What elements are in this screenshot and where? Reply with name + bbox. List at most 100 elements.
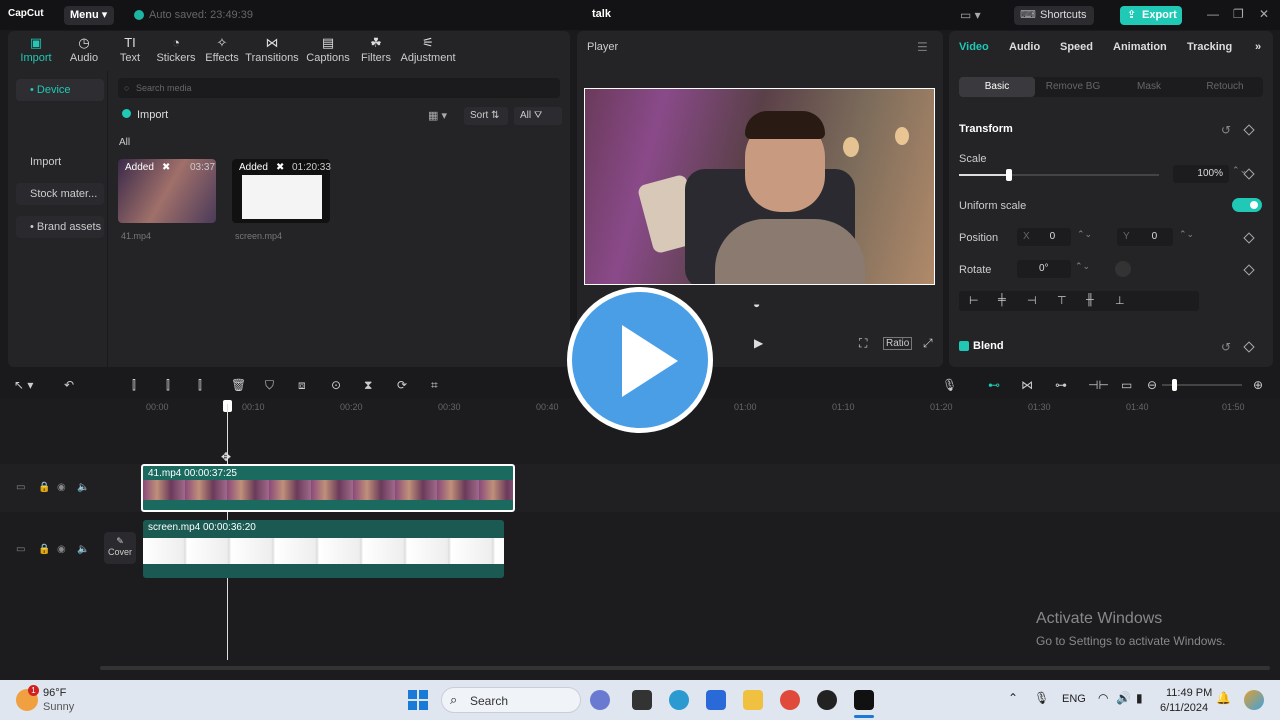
sidebar-item-brand-assets[interactable]: • Brand assets — [16, 216, 104, 238]
subtab-basic[interactable]: Basic — [959, 77, 1035, 97]
select-tool-icon[interactable]: ↖ ▾ — [14, 378, 33, 392]
pos-x-stepper-icon[interactable]: ⌃⌄ — [1077, 229, 1092, 240]
undo-icon[interactable]: ↶ — [64, 378, 74, 392]
player-menu-icon[interactable]: ☰ — [917, 40, 928, 54]
align-center-h-icon[interactable]: ╪ — [998, 294, 1006, 306]
import-button[interactable]: Import — [122, 109, 168, 121]
track-cover-icon[interactable]: ▭ — [16, 482, 25, 493]
tab-tracking[interactable]: Tracking — [1187, 41, 1232, 53]
keyframe-icon[interactable] — [1243, 232, 1255, 244]
align-right-icon[interactable]: ⊣ — [1027, 294, 1037, 307]
crop-icon[interactable]: ⌗ — [431, 378, 438, 393]
eye-icon[interactable]: ◉ — [57, 482, 66, 493]
store-icon[interactable] — [706, 690, 726, 710]
eye-icon[interactable]: ◉ — [57, 544, 66, 555]
zoom-slider[interactable] — [1162, 379, 1242, 391]
tab-effects[interactable]: ✧ Effects — [194, 35, 250, 64]
position-x-input[interactable]: X0 — [1017, 228, 1071, 246]
reverse-icon[interactable]: ⊙ — [331, 378, 341, 392]
media-item-41[interactable]: Added ✖ 03:37 — [118, 159, 216, 223]
fullscreen-crop-icon[interactable]: ⛶ — [859, 336, 867, 351]
reset-icon[interactable]: ↺ — [1221, 340, 1231, 354]
sidebar-item-device[interactable]: • Device — [16, 79, 104, 101]
rotate-stepper-icon[interactable]: ⌃⌄ — [1075, 261, 1090, 272]
freeze-icon[interactable]: ⧈ — [298, 378, 306, 393]
project-title[interactable]: talk — [592, 8, 611, 20]
taskbar-search[interactable]: ⌕ Search — [441, 687, 581, 713]
reset-icon[interactable]: ↺ — [1221, 123, 1231, 137]
timeline-scrollbar[interactable] — [100, 666, 1270, 670]
linkage-icon[interactable]: ⊶ — [1055, 378, 1067, 392]
notification-bell-icon[interactable]: 🔔 — [1216, 691, 1231, 705]
mute-icon[interactable]: 🔈 — [77, 544, 89, 555]
grid-view-icon[interactable]: ▦ ▾ — [428, 109, 447, 122]
align-left-icon[interactable]: ⊢ — [969, 294, 979, 307]
track-cover-icon[interactable]: ▭ — [16, 544, 25, 555]
close-icon[interactable]: ✕ — [1259, 7, 1269, 21]
subtab-mask[interactable]: Mask — [1111, 77, 1187, 97]
camera-icon[interactable]: ◒ — [753, 297, 760, 311]
clip-screen[interactable]: screen.mp4 00:00:36:20 — [143, 520, 504, 578]
timeline[interactable]: 00:00 00:10 00:20 00:30 00:40 01:00 01:10 01:20… — [0, 398, 1280, 680]
mute-icon[interactable]: 🔈 — [77, 482, 89, 493]
tab-adjustment[interactable]: ⚟ Adjustment — [400, 35, 456, 64]
delete-icon[interactable]: 🗑 — [231, 378, 246, 392]
tab-speed[interactable]: Speed — [1060, 41, 1093, 53]
mic-tray-icon[interactable]: 🎙 — [1034, 691, 1049, 705]
split-left-icon[interactable]: ⫿ — [166, 378, 170, 393]
obs-icon[interactable] — [817, 690, 837, 710]
blend-checkbox[interactable] — [959, 341, 969, 351]
capcut-taskbar-icon[interactable] — [854, 690, 874, 710]
caption-icon[interactable]: ▭ — [1121, 378, 1132, 392]
ratio-button[interactable]: Ratio — [883, 337, 913, 350]
sidebar-item-import[interactable]: Import — [16, 151, 104, 173]
zoom-out-icon[interactable]: ⊖ — [1147, 378, 1157, 392]
tray-chevron-icon[interactable]: ⌃ — [1008, 691, 1018, 705]
restore-icon[interactable]: ❐ — [1233, 7, 1244, 21]
split-icon[interactable]: ⫿ — [132, 378, 136, 393]
windows-start-icon[interactable] — [408, 690, 428, 710]
expand-icon[interactable]: ⤢ — [923, 336, 933, 351]
clip-41[interactable]: 41.mp4 00:00:37:25 — [141, 464, 515, 512]
subtab-retouch[interactable]: Retouch — [1187, 77, 1263, 97]
preview-axis-icon[interactable]: ⊣⊢ — [1088, 378, 1109, 392]
lock-icon[interactable]: 🔒 — [38, 544, 50, 555]
edge-icon[interactable] — [669, 690, 689, 710]
remove-icon[interactable]: ✖ — [276, 162, 284, 173]
zoom-in-icon[interactable]: ⊕ — [1253, 378, 1263, 392]
weather-temp[interactable]: 96°F — [43, 687, 66, 699]
search-input[interactable]: ○ Search media — [118, 78, 560, 98]
video-play-overlay-button[interactable] — [567, 287, 713, 433]
marker-icon[interactable]: ⛉ — [265, 378, 274, 393]
zoom-handle[interactable] — [1172, 379, 1177, 391]
scale-value-input[interactable]: 100% — [1173, 165, 1229, 183]
align-top-icon[interactable]: ⊤ — [1057, 294, 1067, 307]
auto-snap-icon[interactable]: ⋈ — [1021, 378, 1033, 392]
align-center-v-icon[interactable]: ╫ — [1086, 294, 1094, 306]
main-track-magnet-icon[interactable]: ⊷ — [988, 378, 1000, 392]
task-view-icon[interactable] — [632, 690, 652, 710]
export-button[interactable]: ⇪ Export — [1120, 6, 1182, 25]
weather-desc[interactable]: Sunny — [43, 701, 74, 713]
profile-avatar-icon[interactable] — [1244, 690, 1264, 710]
layout-icon[interactable]: ▭ ▾ — [960, 8, 981, 22]
wifi-icon[interactable]: ◠ — [1098, 691, 1108, 705]
chrome-icon[interactable] — [780, 690, 800, 710]
menu-button[interactable]: Menu ▾ — [64, 6, 114, 25]
filter-button[interactable]: All ⛛ — [514, 107, 562, 125]
tab-animation[interactable]: Animation — [1113, 41, 1167, 53]
scale-slider[interactable] — [959, 169, 1159, 181]
keyframe-icon[interactable] — [1243, 264, 1255, 276]
rotate-icon[interactable]: ⟳ — [397, 378, 407, 392]
pos-y-stepper-icon[interactable]: ⌃⌄ — [1179, 229, 1194, 240]
rotate-dial-icon[interactable] — [1115, 261, 1131, 277]
tab-audio[interactable]: Audio — [1009, 41, 1040, 53]
battery-icon[interactable]: ▮ — [1136, 691, 1143, 705]
mirror-icon[interactable]: ⧗ — [364, 378, 372, 393]
media-item-screen[interactable]: Added ✖ 01:20:33 — [232, 159, 331, 223]
split-right-icon[interactable]: ⫿ — [198, 378, 202, 393]
clock-date[interactable]: 6/11/2024 — [1160, 702, 1208, 714]
lock-icon[interactable]: 🔒 — [38, 482, 50, 493]
cover-button[interactable]: ✎ Cover — [104, 532, 136, 564]
sidebar-item-stock[interactable]: Stock mater... — [16, 183, 104, 205]
